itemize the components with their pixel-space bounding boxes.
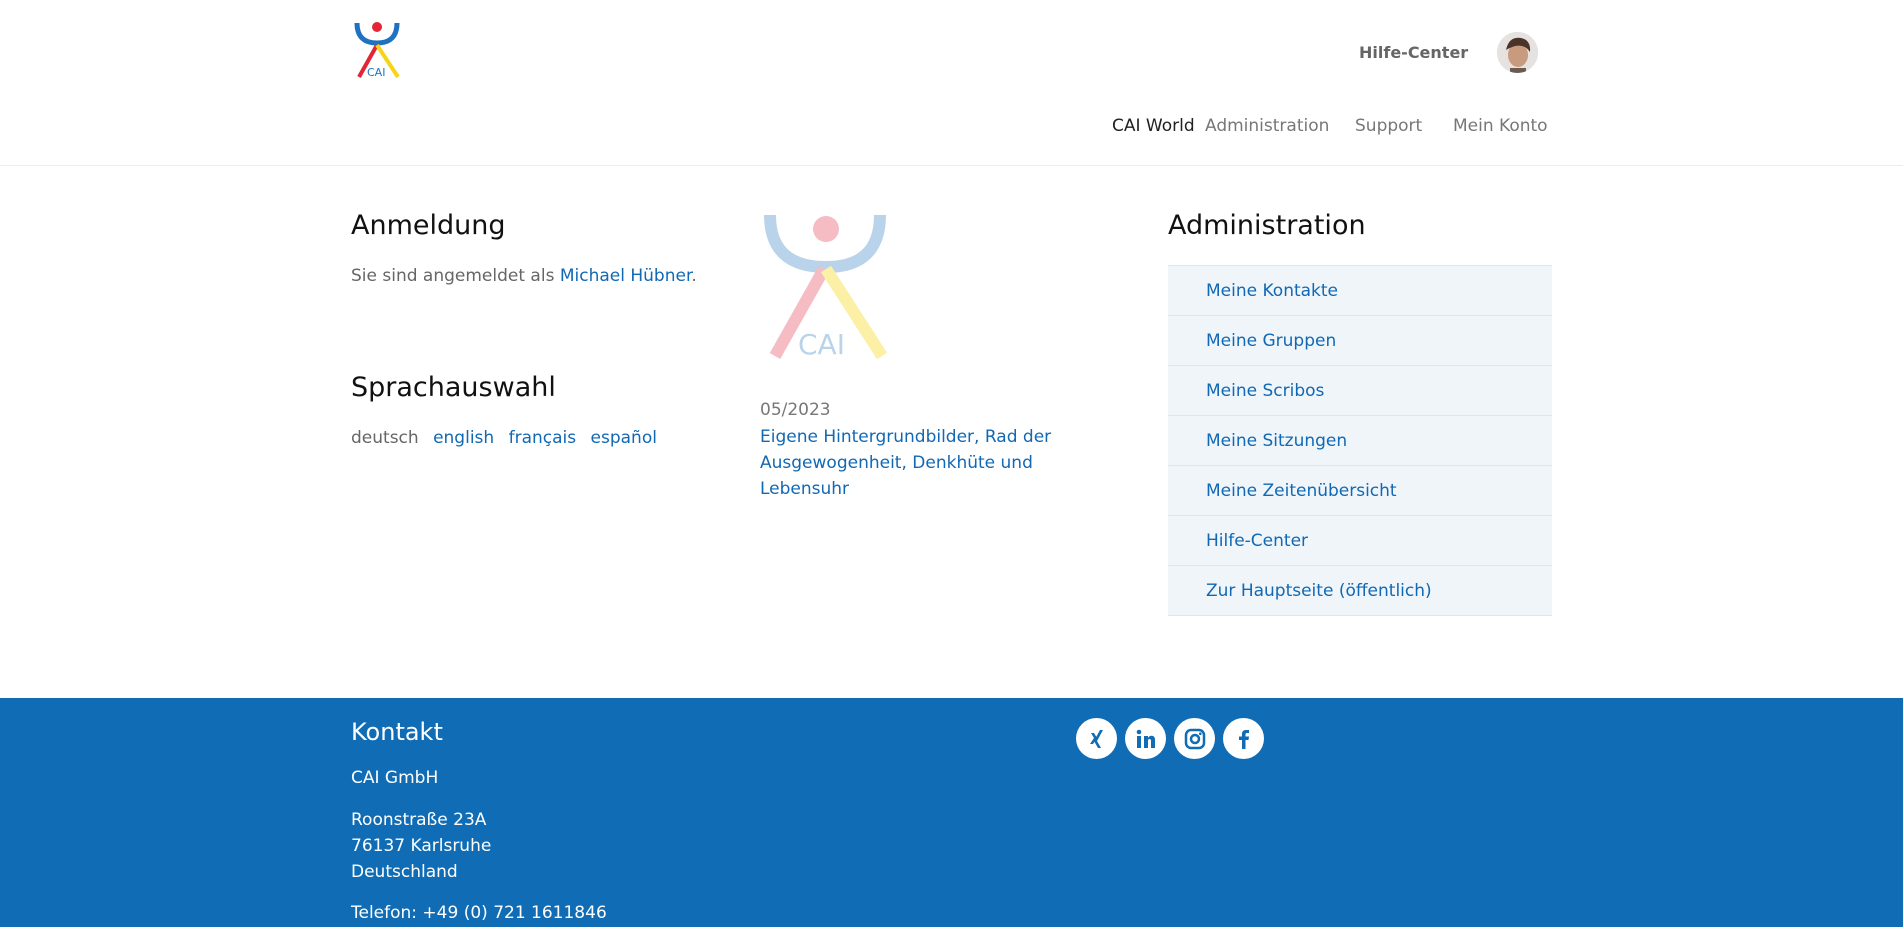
facebook-icon[interactable] xyxy=(1223,718,1264,759)
avatar[interactable] xyxy=(1497,32,1538,73)
language-title: Sprachauswahl xyxy=(351,372,556,403)
news-link[interactable]: Eigene Hintergrundbilder, Rad der Ausgew… xyxy=(760,424,1120,502)
admin-item-zeitenuebersicht[interactable]: Meine Zeitenübersicht xyxy=(1168,466,1552,516)
footer-title: Kontakt xyxy=(351,718,443,746)
instagram-icon[interactable] xyxy=(1174,718,1215,759)
footer-city: 76137 Karlsruhe xyxy=(351,836,492,856)
nav-administration[interactable]: Administration xyxy=(1205,116,1329,136)
language-english[interactable]: english xyxy=(433,428,494,448)
language-french[interactable]: français xyxy=(509,428,577,448)
login-title: Anmeldung xyxy=(351,210,506,241)
nav-mein-konto[interactable]: Mein Konto xyxy=(1453,116,1548,136)
cai-logo[interactable]: CAI xyxy=(351,19,405,81)
admin-item-scribos[interactable]: Meine Scribos xyxy=(1168,366,1552,416)
site-footer: Kontakt CAI GmbH Roonstraße 23A 76137 Ka… xyxy=(0,698,1903,927)
language-current: deutsch xyxy=(351,428,419,448)
admin-item-kontakte[interactable]: Meine Kontakte xyxy=(1168,266,1552,316)
admin-title: Administration xyxy=(1168,210,1366,241)
news-logo-text: CAI xyxy=(798,328,845,361)
nav-support[interactable]: Support xyxy=(1355,116,1422,136)
admin-item-gruppen[interactable]: Meine Gruppen xyxy=(1168,316,1552,366)
admin-item-hauptseite[interactable]: Zur Hauptseite (öffentlich) xyxy=(1168,566,1552,616)
language-selector: deutsch english français español xyxy=(351,428,666,448)
footer-country: Deutschland xyxy=(351,862,458,882)
site-header: CAI Hilfe-Center CAI World Administratio… xyxy=(0,0,1903,166)
footer-company: CAI GmbH xyxy=(351,768,439,788)
admin-item-hilfe-center[interactable]: Hilfe-Center xyxy=(1168,516,1552,566)
nav-cai-world[interactable]: CAI World xyxy=(1112,116,1195,136)
help-center-link[interactable]: Hilfe-Center xyxy=(1359,43,1468,62)
admin-item-sitzungen[interactable]: Meine Sitzungen xyxy=(1168,416,1552,466)
linkedin-icon[interactable] xyxy=(1125,718,1166,759)
admin-menu: Meine Kontakte Meine Gruppen Meine Scrib… xyxy=(1168,265,1552,616)
xing-icon[interactable] xyxy=(1076,718,1117,759)
footer-street: Roonstraße 23A xyxy=(351,810,487,830)
news-logo[interactable]: CAI xyxy=(760,211,890,361)
login-suffix: . xyxy=(691,266,697,286)
login-status: Sie sind angemeldet als Michael Hübner. xyxy=(351,266,697,286)
footer-phone: Telefon: +49 (0) 721 1611846 xyxy=(351,903,607,923)
language-spanish[interactable]: español xyxy=(591,428,657,448)
login-prefix: Sie sind angemeldet als xyxy=(351,266,560,286)
logo-text: CAI xyxy=(367,66,385,79)
news-date: 05/2023 xyxy=(760,400,831,420)
user-link[interactable]: Michael Hübner xyxy=(560,266,692,286)
